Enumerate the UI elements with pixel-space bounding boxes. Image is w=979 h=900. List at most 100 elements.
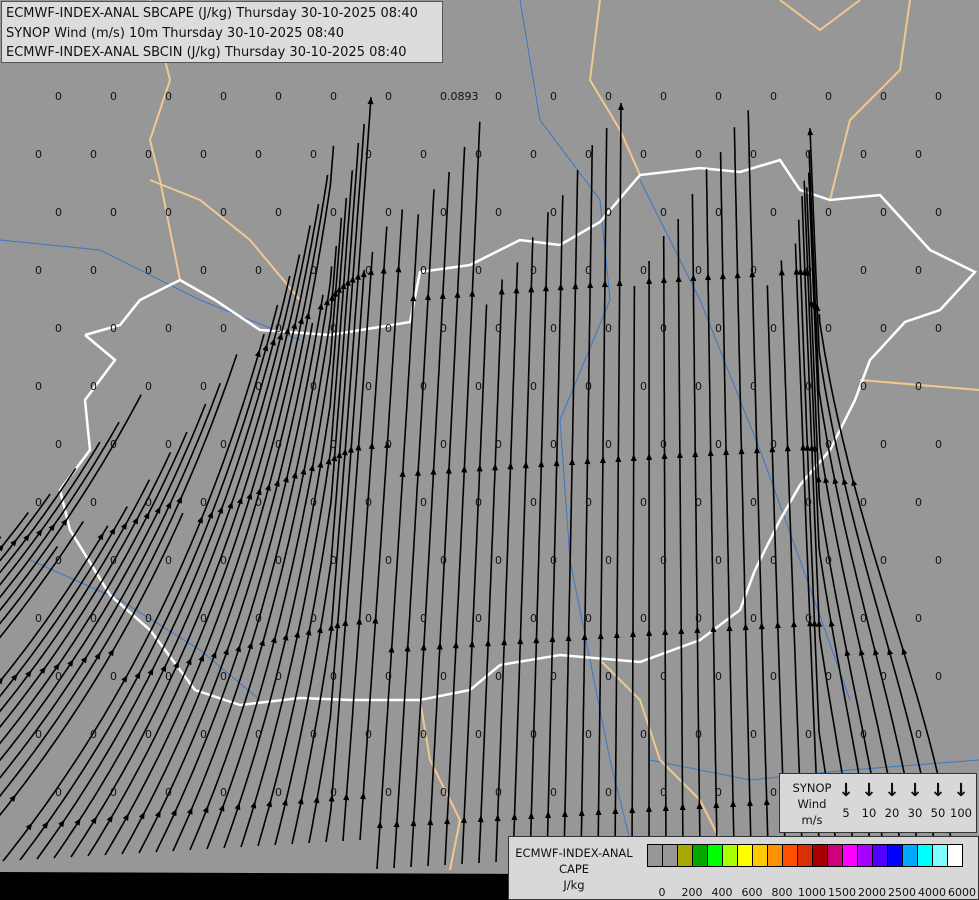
arrow-head-icon xyxy=(308,464,315,472)
cape-color-legend: ECMWF-INDEX-ANAL CAPE J/kg 0 200 400 600 800… xyxy=(508,836,979,900)
arrow-head-icon xyxy=(498,287,505,295)
station-value: 0 xyxy=(420,728,427,741)
scale-tick-label: 6000 xyxy=(948,886,976,899)
arrow-head-icon xyxy=(513,286,520,294)
country-border xyxy=(58,158,978,707)
station-value: 0 xyxy=(275,206,282,219)
station-value: 0.0893 xyxy=(440,90,479,103)
border-line xyxy=(419,699,462,871)
legend-label: Wind xyxy=(797,797,827,811)
station-value: 0 xyxy=(935,554,942,567)
station-value: 0 xyxy=(310,496,317,509)
arrow-head-icon xyxy=(613,631,620,638)
station-value: 0 xyxy=(35,728,42,741)
arrow-head-icon xyxy=(723,448,730,456)
station-value: 0 xyxy=(200,496,207,509)
station-value: 0 xyxy=(440,322,447,335)
streamline xyxy=(410,171,450,868)
arrow-head-icon xyxy=(528,812,535,820)
station-value: 0 xyxy=(330,786,337,799)
station-value: 0 xyxy=(200,380,207,393)
color-swatch xyxy=(903,845,918,866)
station-value: 0 xyxy=(770,438,777,451)
streamline xyxy=(0,354,238,798)
station-value: 0 xyxy=(385,206,392,219)
station-value: 0 xyxy=(475,728,482,741)
color-swatch xyxy=(888,845,903,866)
border-line xyxy=(779,0,861,32)
arrow-head-icon xyxy=(207,511,213,519)
station-value: 0 xyxy=(165,206,172,219)
station-value: 0 xyxy=(825,554,832,567)
scale-tick-label: 1000 xyxy=(798,886,826,899)
arrow-head-icon xyxy=(545,811,552,819)
arrow-head-icon xyxy=(581,633,588,641)
station-value: 0 xyxy=(915,264,922,277)
station-value: 0 xyxy=(605,90,612,103)
border-line xyxy=(588,0,641,176)
arrow-head-icon xyxy=(234,802,241,811)
arrow-head-icon xyxy=(452,641,459,649)
wind-speed-label: 20 xyxy=(884,806,900,820)
arrow-head-icon xyxy=(380,266,387,274)
arrow-head-icon xyxy=(713,801,720,809)
arrow-head-icon xyxy=(217,506,224,514)
streamline xyxy=(376,214,420,870)
streamline xyxy=(427,146,466,867)
arrow-head-icon xyxy=(360,792,366,800)
streamline xyxy=(705,169,718,850)
wind-speed-label: 100 xyxy=(950,806,972,820)
station-values: 0 0 0 0 0 0 0 0.0893 0 0 0 0 0 0 0 0 0 0 0 0 0 0 0 0 0 0 0 0 0 0 0 0 0 0 0… xyxy=(35,90,942,799)
arrow-head-icon xyxy=(553,459,560,467)
station-value: 0 xyxy=(530,380,537,393)
station-value: 0 xyxy=(770,554,777,567)
station-value: 0 xyxy=(825,438,832,451)
arrow-head-icon xyxy=(424,293,431,301)
station-value: 0 xyxy=(275,786,282,799)
station-value: 0 xyxy=(255,612,262,625)
station-value: 0 xyxy=(385,670,392,683)
arrow-head-icon xyxy=(758,622,765,630)
arrow-head-icon xyxy=(427,818,434,826)
color-swatch xyxy=(738,845,753,866)
station-value: 0 xyxy=(55,438,62,451)
streamline xyxy=(0,403,207,762)
station-value: 0 xyxy=(420,264,427,277)
station-value: 0 xyxy=(750,148,757,161)
arrow-head-icon xyxy=(255,487,262,496)
arrow-head-icon xyxy=(420,643,427,651)
arrow-head-icon xyxy=(247,641,253,650)
station-value: 0 xyxy=(110,670,117,683)
down-arrow-icon: ↓ xyxy=(861,780,877,801)
station-value: 0 xyxy=(220,322,227,335)
arrow-head-icon xyxy=(726,624,733,632)
station-value: 0 xyxy=(640,728,647,741)
station-value: 0 xyxy=(310,148,317,161)
station-value: 0 xyxy=(660,786,667,799)
station-value: 0 xyxy=(715,322,722,335)
station-value: 0 xyxy=(640,612,647,625)
arrow-head-icon xyxy=(584,457,591,465)
wind-speed-key: ↓ 20 xyxy=(880,782,904,821)
station-value: 0 xyxy=(550,206,557,219)
station-value: 0 xyxy=(55,322,62,335)
down-arrow-icon: ↓ xyxy=(838,780,854,801)
station-value: 0 xyxy=(385,322,392,335)
arrow-head-icon xyxy=(197,516,203,524)
station-value: 0 xyxy=(90,264,97,277)
arrow-head-icon xyxy=(477,815,484,823)
station-value: 0 xyxy=(550,322,557,335)
station-value: 0 xyxy=(640,496,647,509)
station-value: 0 xyxy=(255,264,262,277)
station-value: 0 xyxy=(660,438,667,451)
arrow-head-icon xyxy=(439,291,446,299)
station-value: 0 xyxy=(90,612,97,625)
arrow-head-icon xyxy=(376,821,383,829)
station-value: 0 xyxy=(715,438,722,451)
station-value: 0 xyxy=(220,670,227,683)
arrow-head-icon xyxy=(349,275,356,283)
arrow-head-icon xyxy=(414,468,421,476)
station-value: 0 xyxy=(35,496,42,509)
arrow-head-icon xyxy=(901,647,908,656)
station-value: 0 xyxy=(365,380,372,393)
